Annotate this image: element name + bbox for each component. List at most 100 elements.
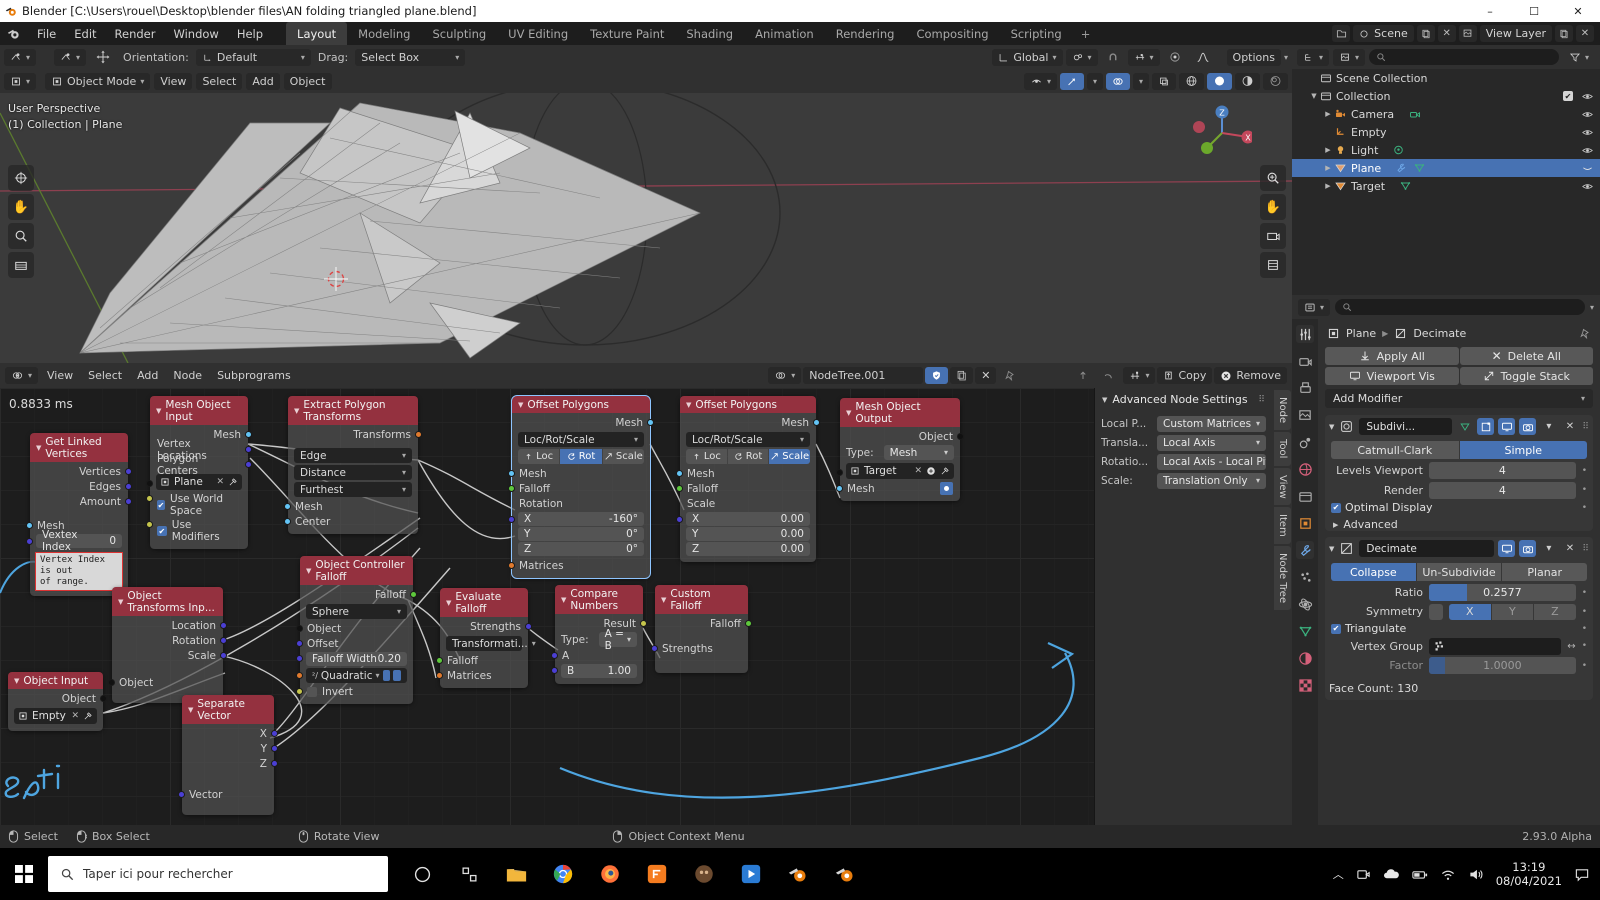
socket-icon[interactable] (26, 538, 33, 545)
node-input-center[interactable]: Center (284, 514, 418, 529)
socket-icon[interactable] (296, 625, 303, 632)
menu-file[interactable]: File (28, 25, 65, 43)
shading-rendered-button[interactable] (1263, 72, 1288, 90)
orientation-dropdown[interactable]: Default ▾ (195, 48, 311, 66)
gizmo-dropdown[interactable]: ▾ (1086, 72, 1103, 90)
socket-icon[interactable] (271, 745, 278, 752)
socket-icon[interactable] (245, 446, 252, 453)
node-input-mesh[interactable]: Mesh (836, 481, 960, 496)
row-dot-icon[interactable]: • (1582, 661, 1587, 671)
collapse-triangle-icon[interactable]: ▼ (156, 407, 161, 415)
node-extract-polygon-transforms[interactable]: ▼ Extract Polygon Transforms Transforms … (284, 396, 422, 534)
delete-modifier-icon[interactable]: ✕ (1561, 418, 1578, 435)
node-output-object[interactable]: Object (8, 691, 107, 706)
segment-simple[interactable]: Simple (1459, 441, 1587, 459)
eye-icon[interactable] (1581, 127, 1594, 138)
delete-all-button[interactable]: ✕ Delete All (1459, 347, 1593, 365)
toggle-scale[interactable]: Scale (769, 449, 811, 464)
expand-triangle-icon[interactable]: ▶ (1333, 521, 1338, 529)
node-mesh-object-output[interactable]: ▼ Mesh Object Output Object Type: Mesh ▾ … (836, 398, 964, 501)
row-dot-icon[interactable]: • (1582, 641, 1587, 651)
node-check-use-world-space[interactable]: ✔ Use World Space (150, 492, 248, 518)
node-field-b[interactable]: B 1.00 (561, 664, 637, 678)
expand-triangle-icon[interactable]: ▶ (1322, 164, 1334, 172)
modifier-header[interactable]: ▼ Decimate ▾ ✕ ⠿ (1325, 537, 1593, 560)
node-header[interactable]: ▼ Object Transforms Inp... (112, 587, 223, 616)
pin-icon[interactable] (998, 367, 1022, 384)
viewlayer-name-field[interactable]: View Layer (1479, 25, 1552, 42)
drag-dropdown[interactable]: Select Box ▾ (355, 48, 466, 66)
collapse-triangle-icon[interactable]: ▼ (686, 401, 691, 409)
node-header[interactable]: ▼ Separate Vector (182, 695, 274, 724)
node-header[interactable]: ▼ Offset Polygons (512, 396, 650, 413)
viewlayer-browse-icon[interactable] (1458, 25, 1477, 42)
node-output-transforms[interactable]: Transforms (288, 427, 422, 442)
outliner-row-empty[interactable]: Empty (1292, 123, 1600, 141)
node-undo-icon[interactable] (1097, 367, 1121, 384)
mesh-data-icon[interactable] (1399, 180, 1412, 192)
socket-icon[interactable] (651, 645, 658, 652)
snap-target-dropdown[interactable]: ▾ (1127, 48, 1160, 66)
segment-un-subdivide[interactable]: Un-Subdivide (1416, 563, 1502, 581)
checkbox-icon[interactable] (307, 687, 317, 697)
tray-expand-icon[interactable]: ︿ (1333, 866, 1344, 882)
socket-icon[interactable] (436, 672, 443, 679)
blender-taskbar-icon[interactable] (778, 852, 818, 896)
toggle-rot[interactable]: Rot (727, 449, 769, 464)
delete-viewlayer-icon[interactable]: ✕ (1576, 25, 1594, 42)
menu-render[interactable]: Render (106, 25, 165, 43)
volume-icon[interactable] (1468, 867, 1484, 882)
collapse-triangle-icon[interactable]: ▼ (661, 596, 666, 604)
checkbox-icon[interactable]: ✔ (157, 500, 166, 510)
socket-icon[interactable] (436, 657, 443, 664)
expand-triangle-icon[interactable]: ▶ (1322, 146, 1334, 154)
proportional-falloff-icon[interactable] (1190, 49, 1216, 66)
node-compare-numbers[interactable]: ▼ Compare Numbers Result Type: A = B ▾ A … (551, 585, 647, 684)
clear-object-icon[interactable]: ✕ (71, 711, 79, 721)
socket-icon[interactable] (957, 433, 964, 440)
socket-icon[interactable] (508, 516, 515, 523)
tab-physics[interactable] (1296, 595, 1314, 613)
node-input-vector[interactable]: Vector (178, 787, 274, 802)
toggle-stack-button[interactable]: Toggle Stack (1459, 367, 1593, 385)
tab-material[interactable] (1296, 649, 1314, 667)
sidebar-tab-item[interactable]: Item (1274, 507, 1291, 545)
node-output-object[interactable]: Object (840, 429, 964, 444)
node-output-amount[interactable]: Amount (30, 494, 132, 509)
move-gizmo-icon[interactable] (90, 49, 116, 66)
node-dropdown-mode[interactable]: Loc/Rot/Scale ▾ (518, 432, 644, 447)
delete-modifier-icon[interactable]: ✕ (1561, 540, 1578, 557)
socket-icon[interactable] (296, 688, 303, 695)
add-modifier-button[interactable]: Add Modifier ▾ (1325, 389, 1593, 408)
modifier-header[interactable]: ▼ Subdivi... ▾ ✕ ⠿ (1325, 415, 1593, 438)
breadcrumb-object[interactable]: Plane (1346, 327, 1376, 340)
tab-collection[interactable] (1296, 487, 1314, 505)
outliner-row-plane[interactable]: ▶ Plane (1292, 159, 1600, 177)
expand-triangle-icon[interactable]: ▶ (1322, 110, 1334, 118)
tool-cursor-icon[interactable] (8, 165, 34, 191)
node-input-falloff[interactable]: Falloff (508, 481, 650, 496)
modifier-subdivision[interactable]: ▼ Subdivi... ▾ ✕ ⠿ Catmull-Clark Simple … (1325, 415, 1593, 531)
grip-dots-icon[interactable]: ⠿ (1582, 422, 1589, 432)
apply-all-button[interactable]: Apply All (1325, 347, 1459, 365)
render-display-icon[interactable] (1519, 418, 1537, 435)
node-dropdown-mode[interactable]: Loc/Rot/Scale ▾ (686, 432, 810, 447)
row-dot-icon[interactable]: • (1582, 466, 1587, 476)
expand-triangle-icon[interactable]: ▼ (1308, 92, 1320, 100)
node-compare-type-dropdown[interactable]: A = B ▾ (598, 628, 637, 652)
node-check-use-modifiers[interactable]: ✔ Use Modifiers (150, 518, 248, 544)
collapse-triangle-icon[interactable]: ▼ (306, 567, 311, 575)
outliner-row-target[interactable]: ▶ Target (1292, 177, 1600, 195)
node-header[interactable]: ▼ Offset Polygons (680, 396, 816, 413)
node-output-strengths[interactable]: Strengths (440, 619, 532, 634)
socket-icon[interactable] (271, 730, 278, 737)
node-check-invert[interactable]: Invert (300, 685, 413, 699)
socket-icon[interactable] (220, 622, 227, 629)
camera-tray-icon[interactable] (1356, 867, 1371, 882)
node-input-falloff[interactable]: Falloff (436, 653, 528, 668)
symmetry-axis-x[interactable]: X (1449, 603, 1491, 620)
cortana-icon[interactable] (449, 852, 489, 896)
workspace-tab-scripting[interactable]: Scripting (1000, 22, 1073, 45)
transform-orientation-icon[interactable]: ▾ (54, 48, 87, 66)
workspace-tab-sculpting[interactable]: Sculpting (421, 22, 497, 45)
